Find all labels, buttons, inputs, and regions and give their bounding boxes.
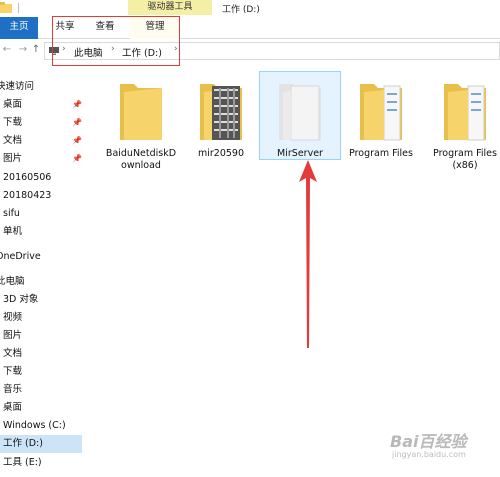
pin-icon: 📌 <box>72 100 82 109</box>
nav-item-label: 20180423 <box>3 190 52 201</box>
watermark: Bai百经验 jingyan.baidu.com <box>378 428 500 468</box>
nav-item-label: 文档 <box>3 348 23 359</box>
nav-item-label: 3D 对象 <box>3 294 39 305</box>
nav-item-desktop[interactable]: 桌面 📌 <box>0 96 82 114</box>
nav-item-label: 音乐 <box>3 384 23 395</box>
folder-program-files-x86[interactable]: Program Files (x86) <box>424 72 500 172</box>
nav-item-drive-c[interactable]: Windows (C:) <box>0 417 82 435</box>
nav-item-videos[interactable]: 视频 <box>0 309 82 327</box>
annotation-arrow-icon <box>296 158 320 350</box>
nav-item-pc-downloads[interactable]: 下载 <box>0 363 82 381</box>
nav-item-label: OneDrive <box>0 251 41 262</box>
nav-item-20180423[interactable]: 20180423 <box>0 187 82 205</box>
quick-access-folder-icon[interactable] <box>0 2 12 13</box>
folder-mir20590[interactable]: mir20590 <box>180 72 262 160</box>
nav-item-drive-e[interactable]: 工具 (E:) <box>0 454 82 472</box>
folder-icon <box>442 78 488 142</box>
file-label: Program Files <box>433 148 497 159</box>
title-bar: 驱动器工具 工作 (D:) <box>0 0 500 17</box>
forward-arrow-icon[interactable]: → <box>16 43 30 57</box>
nav-item-this-pc[interactable]: 此电脑 <box>0 273 82 291</box>
nav-item-label: 桌面 <box>3 99 23 110</box>
window-title: 工作 (D:) <box>222 5 260 15</box>
nav-item-label: 单机 <box>3 226 23 237</box>
nav-item-downloads[interactable]: 下载 📌 <box>0 114 82 132</box>
nav-item-pc-pictures[interactable]: 图片 <box>0 327 82 345</box>
folder-baidunetdiskdownload[interactable]: BaiduNetdiskD ownload <box>100 72 182 172</box>
file-label: ownload <box>121 160 161 171</box>
nav-item-label: 视频 <box>3 312 23 323</box>
folder-image-icon <box>198 78 244 142</box>
folder-icon <box>358 78 404 142</box>
nav-item-music[interactable]: 音乐 <box>0 381 82 399</box>
folder-icon <box>277 78 323 142</box>
folder-mirserver[interactable]: MirServer <box>259 71 341 160</box>
nav-item-label: 图片 <box>3 330 23 341</box>
nav-item-label: 20160506 <box>3 172 52 183</box>
toolbar-divider <box>18 3 19 13</box>
pin-icon: 📌 <box>72 118 82 127</box>
nav-item-label: sifu <box>3 208 20 219</box>
nav-item-standalone[interactable]: 单机 <box>0 223 82 241</box>
pin-icon: 📌 <box>72 136 82 145</box>
nav-item-20160506[interactable]: 20160506 <box>0 169 82 187</box>
file-label: BaiduNetdiskD <box>105 148 177 159</box>
nav-item-drive-d[interactable]: 工作 (D:) <box>0 435 82 453</box>
tab-home[interactable]: 主页 <box>0 17 38 39</box>
nav-item-pc-desktop[interactable]: 桌面 <box>0 399 82 417</box>
nav-item-label: Windows (C:) <box>3 420 66 431</box>
back-arrow-icon[interactable]: ← <box>0 43 14 57</box>
navigation-pane: 快速访问 桌面 📌 下载 📌 文档 📌 图片 📌 20160506 20180423 s… <box>0 73 82 477</box>
nav-item-label: 工具 (E:) <box>3 457 42 468</box>
nav-item-label: 下载 <box>3 117 23 128</box>
nav-item-pc-documents[interactable]: 文档 <box>0 345 82 363</box>
pin-icon: 📌 <box>72 154 82 163</box>
annotation-highlight-box <box>52 16 180 66</box>
nav-item-label: 图片 <box>3 153 23 164</box>
nav-item-pictures[interactable]: 图片 📌 <box>0 150 82 168</box>
nav-item-label: 下载 <box>3 366 23 377</box>
nav-item-label: 桌面 <box>3 402 23 413</box>
file-label: mir20590 <box>197 148 245 159</box>
nav-item-sifu[interactable]: sifu <box>0 205 82 223</box>
nav-item-label: 文档 <box>3 135 23 146</box>
watermark-logo-text: Bai百经验 <box>390 432 467 451</box>
nav-item-quick-access[interactable]: 快速访问 <box>0 78 82 96</box>
nav-item-label: 快速访问 <box>0 81 35 92</box>
nav-item-documents[interactable]: 文档 📌 <box>0 132 82 150</box>
folder-program-files[interactable]: Program Files <box>340 72 422 160</box>
file-label: (x86) <box>452 160 478 171</box>
nav-item-onedrive[interactable]: OneDrive <box>0 248 82 266</box>
folder-icon <box>118 78 164 142</box>
up-arrow-icon[interactable]: ↑ <box>29 43 43 57</box>
nav-item-label: 此电脑 <box>0 276 25 287</box>
nav-item-label: 工作 (D:) <box>3 438 43 449</box>
drive-tools-group-label: 驱动器工具 <box>128 0 212 15</box>
file-label: Program Files <box>349 148 413 159</box>
nav-item-3d-objects[interactable]: 3D 对象 <box>0 291 82 309</box>
watermark-url: jingyan.baidu.com <box>392 450 466 459</box>
